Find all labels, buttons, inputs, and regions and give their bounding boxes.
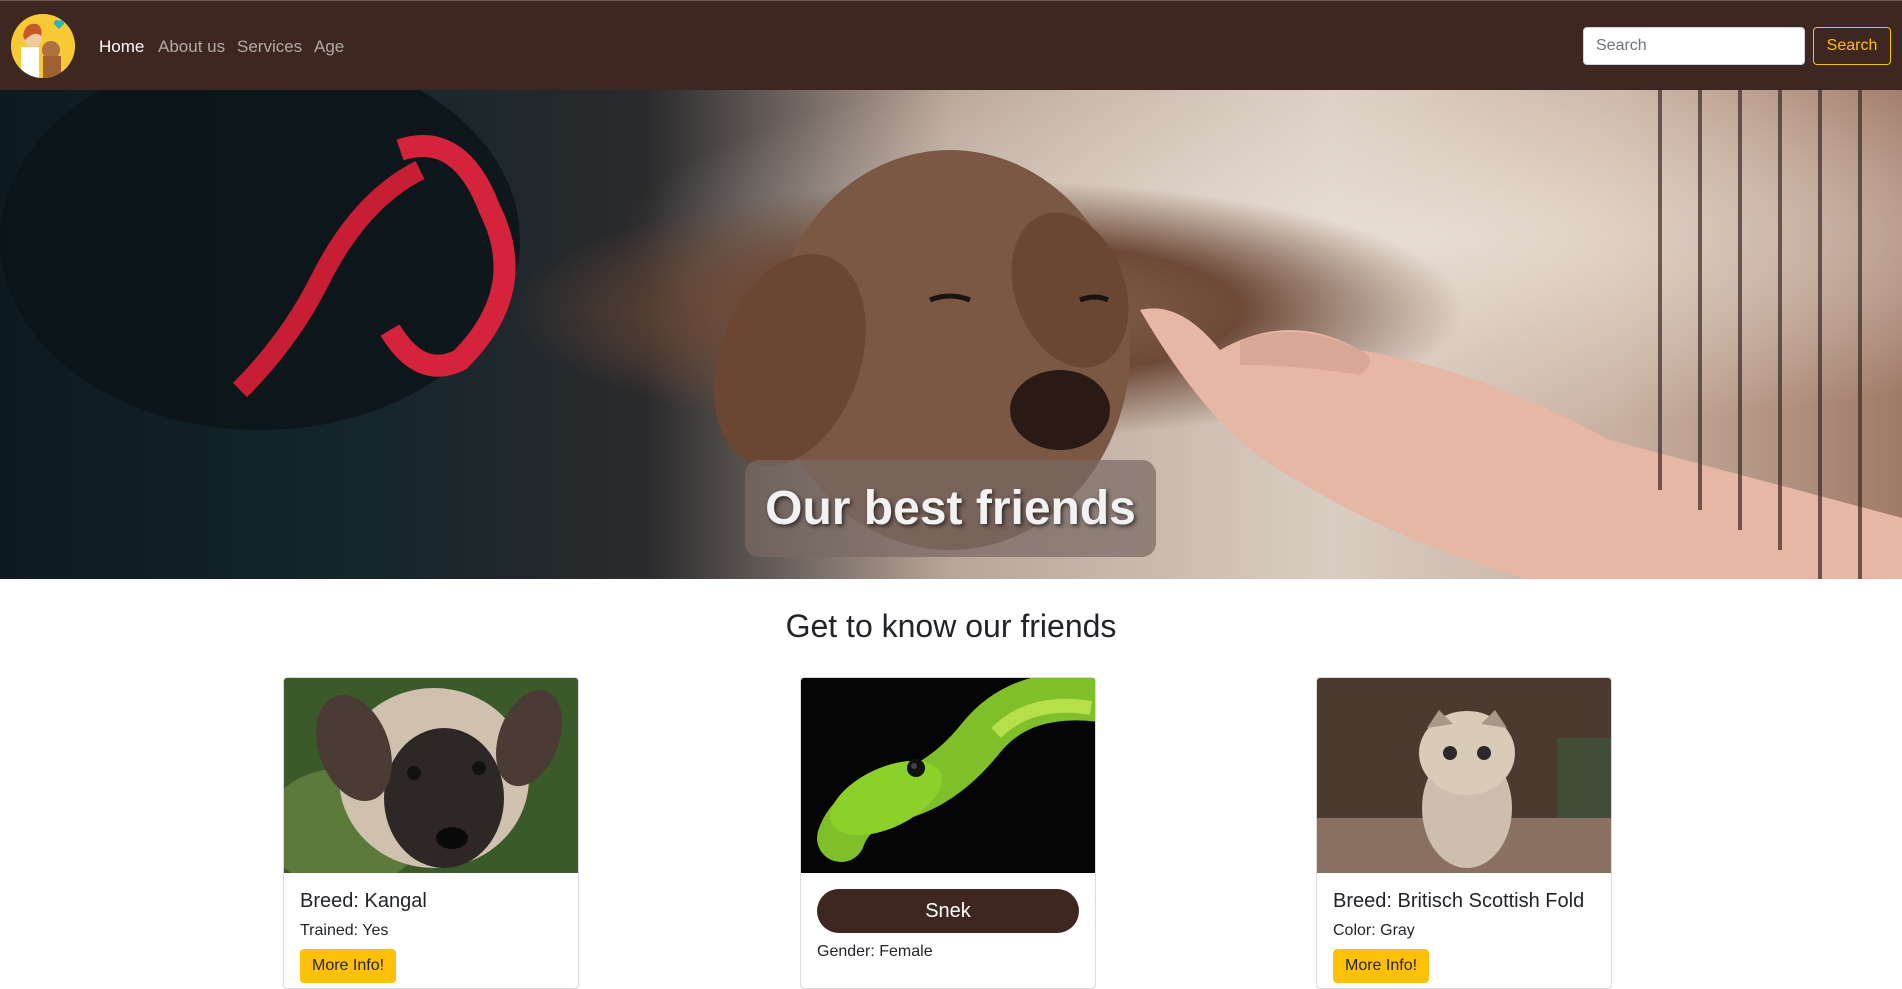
card-name-pill: Snek [817, 889, 1079, 933]
card-detail: Trained: Yes [300, 922, 389, 939]
kitten-photo [1317, 678, 1611, 873]
pet-card-snek: Snek Gender: Female [800, 677, 1096, 989]
nav-link-about-us[interactable]: About us [158, 37, 225, 57]
card-detail: Gender: Female [817, 943, 933, 960]
hero-title: Our best friends [765, 482, 1136, 535]
card-detail: Color: Gray [1333, 922, 1415, 939]
search-button[interactable]: Search [1813, 27, 1891, 65]
nav-link-home[interactable]: Home [99, 37, 144, 57]
nav-link-age[interactable]: Age [314, 37, 344, 57]
pets-logo-icon[interactable] [11, 14, 75, 78]
hero-caption: Our best friends [745, 460, 1156, 557]
hero-banner: Our best friends [0, 90, 1902, 579]
puppy-photo [284, 678, 578, 873]
navbar: Home About us Services Age Search [0, 0, 1902, 90]
more-info-button[interactable]: More Info! [300, 949, 397, 983]
card-title: Breed: Kangal [300, 890, 427, 912]
pet-card-scottish-fold: Breed: Britisch Scottish Fold Color: Gra… [1316, 677, 1612, 989]
search-input[interactable] [1583, 27, 1805, 65]
card-title: Breed: Britisch Scottish Fold [1333, 890, 1585, 912]
green-snake-photo [801, 678, 1095, 873]
nav-link-services[interactable]: Services [237, 37, 302, 57]
section-title: Get to know our friends [785, 608, 1117, 644]
more-info-button[interactable]: More Info! [1333, 949, 1430, 983]
card-title: Snek [925, 899, 971, 922]
pet-card-kangal: Breed: Kangal Trained: Yes More Info! [283, 677, 579, 989]
